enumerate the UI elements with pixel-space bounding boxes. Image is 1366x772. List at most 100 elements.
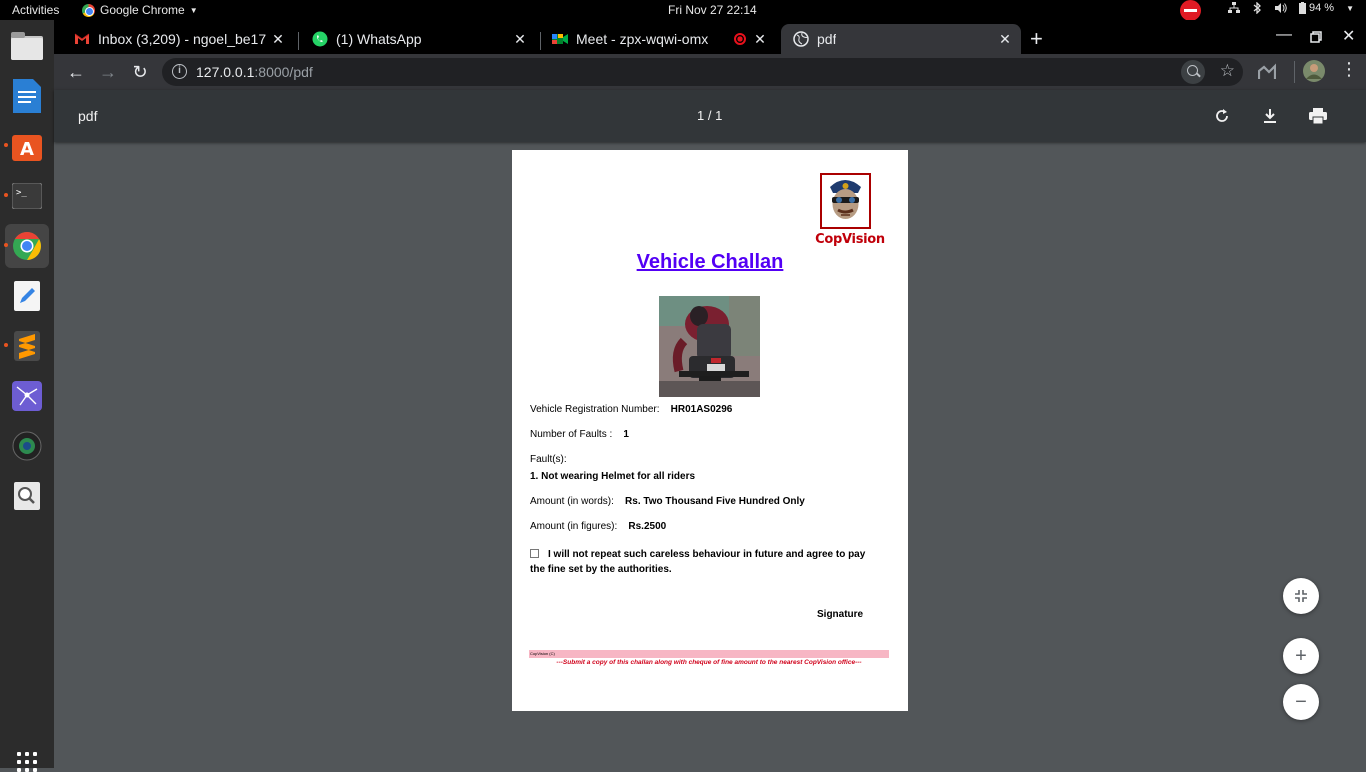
software-center-launcher[interactable]: A	[5, 124, 49, 168]
zoom-in-button[interactable]: +	[1283, 638, 1319, 674]
document-footer: CopVision (C) ---Submit a copy of this c…	[529, 650, 889, 668]
system-top-bar: Activities Google Chrome ▼ Fri Nov 27 22…	[0, 0, 1366, 21]
minimize-icon[interactable]: —	[1276, 26, 1292, 44]
terminal-launcher[interactable]: >_	[5, 174, 49, 218]
battery-icon	[1299, 2, 1306, 14]
close-tab-icon[interactable]: ✕	[997, 31, 1013, 47]
forward-arrow-icon[interactable]: →	[96, 60, 120, 84]
fault-item: 1. Not wearing Helmet for all riders	[530, 471, 696, 482]
running-indicator	[4, 143, 8, 147]
writer-launcher[interactable]	[5, 74, 49, 118]
caret-down-icon: ▼	[1346, 3, 1354, 13]
address-bar[interactable]: i 127.0.0.1:8000/pdf ☆	[162, 58, 1243, 86]
app-menu[interactable]: Google Chrome ▼	[82, 3, 198, 17]
gmail-icon	[74, 31, 90, 47]
reload-icon[interactable]: ↻	[128, 60, 152, 84]
tab-title: Meet - zpx-wqwi-omx	[576, 31, 709, 47]
running-indicator	[4, 343, 8, 347]
battery-percent: 94 %	[1309, 2, 1335, 14]
more-menu-icon[interactable]: ⋮	[1340, 59, 1358, 80]
registration-number-row: Vehicle Registration Number: HR01AS0296	[530, 404, 732, 415]
fit-to-page-button[interactable]	[1283, 578, 1319, 614]
footer-copyright: CopVision (C)	[529, 650, 889, 658]
recording-icon	[734, 33, 746, 45]
zoom-icon[interactable]	[1181, 60, 1205, 84]
text-editor-launcher[interactable]	[5, 274, 49, 318]
clock[interactable]: Fri Nov 27 22:14	[668, 3, 757, 17]
plus-icon: +	[1295, 644, 1307, 667]
tab-whatsapp[interactable]: (1) WhatsApp ✕	[300, 24, 536, 54]
close-tab-icon[interactable]: ✕	[270, 31, 286, 47]
files-icon	[11, 32, 43, 60]
system-tray[interactable]: 94 % ▼	[1228, 2, 1354, 14]
image-viewer-launcher[interactable]	[5, 474, 49, 518]
tab-pdf[interactable]: pdf ✕	[781, 24, 1021, 54]
footer-note: ---Submit a copy of this challan along w…	[529, 659, 889, 667]
camera-lens-icon	[12, 431, 42, 461]
extension-icon[interactable]	[1258, 61, 1276, 81]
faults-count-value: 1	[623, 429, 629, 440]
page-indicator: 1 / 1	[697, 108, 723, 123]
back-arrow-icon[interactable]: ←	[64, 60, 88, 84]
magnifier-icon	[14, 482, 40, 510]
registration-number-value: HR01AS0296	[670, 404, 733, 415]
zoom-out-button[interactable]: −	[1283, 684, 1319, 720]
amount-words-value: Rs. Two Thousand Five Hundred Only	[625, 496, 805, 507]
camera-app-launcher[interactable]	[5, 424, 49, 468]
bluetooth-icon	[1253, 2, 1261, 14]
network-app-launcher[interactable]	[5, 374, 49, 418]
amount-figures-value: Rs.2500	[628, 521, 667, 532]
download-icon[interactable]	[1258, 104, 1282, 128]
caret-down-icon: ▼	[189, 5, 198, 15]
chrome-launcher[interactable]	[5, 224, 49, 268]
faults-count-row: Number of Faults : 1	[530, 429, 629, 440]
tab-gmail[interactable]: Inbox (3,209) - ngoel_be17 ✕	[62, 24, 294, 54]
volume-icon	[1275, 3, 1287, 13]
logo-wordmark: CopVision	[815, 232, 885, 247]
whatsapp-icon	[312, 31, 328, 47]
rotate-icon[interactable]	[1210, 104, 1234, 128]
url-host: 127.0.0.1	[196, 64, 255, 80]
pdf-viewer-toolbar: pdf 1 / 1	[54, 90, 1366, 142]
tab-divider	[298, 32, 299, 50]
document-writer-icon	[13, 79, 41, 113]
restore-icon[interactable]	[1310, 31, 1322, 43]
consent-checkbox[interactable]	[530, 549, 539, 558]
tab-title: (1) WhatsApp	[336, 31, 422, 47]
running-indicator	[4, 243, 8, 247]
do-not-disturb-icon[interactable]	[1180, 0, 1201, 21]
close-tab-icon[interactable]: ✕	[752, 31, 768, 47]
close-window-icon[interactable]: ✕	[1342, 26, 1355, 46]
pdf-title: pdf	[78, 108, 98, 124]
meet-icon	[552, 31, 568, 47]
chrome-icon	[82, 3, 95, 17]
software-store-icon: A	[12, 135, 42, 161]
faults-count-label: Number of Faults :	[530, 429, 613, 440]
document-heading: Vehicle Challan	[636, 251, 784, 273]
tab-title: Inbox (3,209) - ngoel_be17	[98, 31, 267, 47]
url-path: :8000/pdf	[254, 64, 313, 80]
print-icon[interactable]	[1306, 104, 1330, 128]
amount-figures-row: Amount (in figures): Rs.2500	[530, 521, 666, 532]
tab-meet[interactable]: Meet - zpx-wqwi-omx ✕	[540, 24, 776, 54]
sublime-launcher[interactable]	[5, 324, 49, 368]
new-tab-icon[interactable]: +	[1030, 26, 1043, 52]
close-tab-icon[interactable]: ✕	[512, 31, 528, 47]
site-info-icon[interactable]: i	[172, 64, 187, 79]
url-text[interactable]: 127.0.0.1:8000/pdf	[196, 64, 313, 80]
running-indicator	[4, 193, 8, 197]
toolbar-divider	[1294, 61, 1295, 83]
faults-label: Fault(s):	[530, 454, 567, 465]
chrome-icon	[13, 232, 41, 260]
bookmark-star-icon[interactable]: ☆	[1220, 61, 1235, 81]
consent-statement: I will not repeat such careless behaviou…	[530, 547, 880, 577]
amount-words-row: Amount (in words): Rs. Two Thousand Five…	[530, 496, 805, 507]
show-applications-icon[interactable]	[17, 752, 37, 772]
ubuntu-dock: A >_	[0, 20, 54, 772]
svg-text:A: A	[20, 139, 34, 160]
tab-title: pdf	[817, 31, 837, 47]
profile-avatar[interactable]	[1303, 60, 1325, 82]
registration-number-label: Vehicle Registration Number:	[530, 404, 660, 415]
activities-button[interactable]: Activities	[12, 3, 59, 17]
files-launcher[interactable]	[5, 24, 49, 68]
